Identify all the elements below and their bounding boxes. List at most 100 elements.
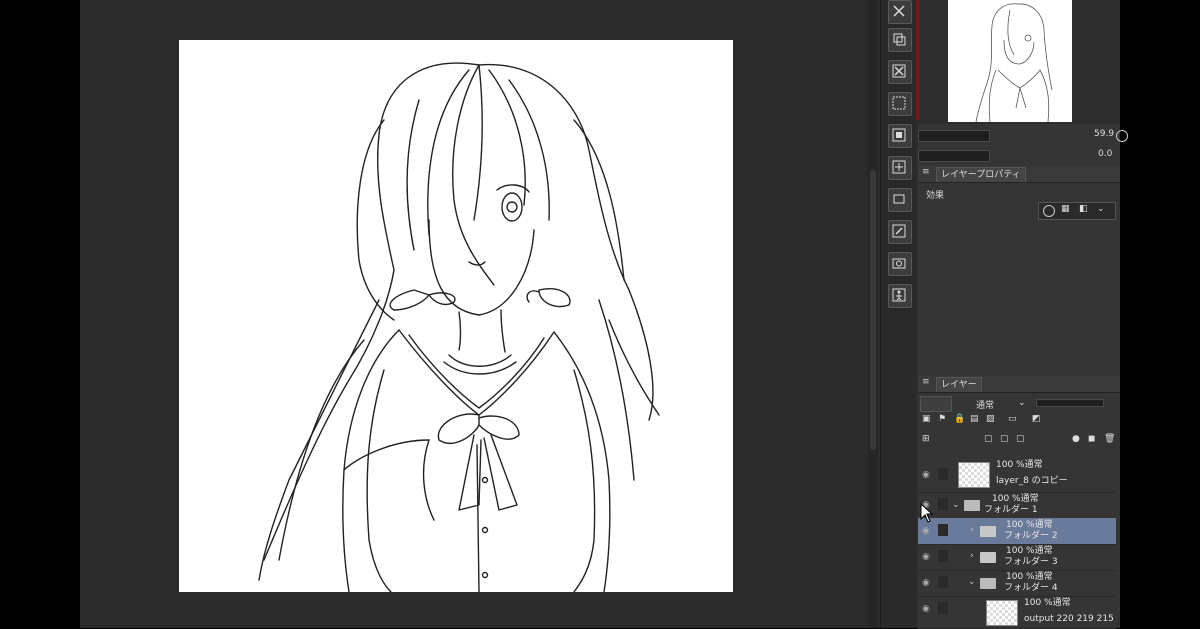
menu-icon[interactable]: ≡ bbox=[922, 167, 930, 177]
layer-thumbnail bbox=[986, 600, 1018, 626]
folder-icon bbox=[980, 552, 996, 563]
layer-thumbnail bbox=[958, 462, 990, 488]
layer-property-panel: ≡ レイヤープロパティ 効果 ▦ ◧ ⌄ bbox=[918, 166, 1120, 376]
layer-opacity: 100 %通常 bbox=[1006, 546, 1053, 556]
lock-cell[interactable] bbox=[938, 468, 948, 480]
tab-layer-label: レイヤー bbox=[941, 380, 977, 390]
layer-opacity: 100 %通常 bbox=[996, 460, 1043, 470]
copy-icon[interactable] bbox=[888, 28, 912, 52]
eye-icon[interactable]: ◉ bbox=[922, 578, 930, 588]
new-folder-icon[interactable]: ▢ bbox=[1016, 434, 1025, 444]
canvas-area[interactable] bbox=[80, 0, 870, 628]
layer-property-header: ≡ レイヤープロパティ bbox=[918, 166, 1120, 183]
lock-cell[interactable] bbox=[938, 550, 948, 562]
clip-icon[interactable]: ⚑ bbox=[938, 414, 946, 424]
blend-mode-select[interactable]: 通常 bbox=[976, 398, 994, 411]
layer-row[interactable]: ◉ 100 %通常 layer_8 のコピー bbox=[918, 458, 1116, 493]
effect-label: 効果 bbox=[926, 191, 945, 201]
lock-cell[interactable] bbox=[938, 602, 948, 614]
eye-icon[interactable]: ◉ bbox=[922, 470, 930, 480]
mouse-cursor-icon bbox=[920, 503, 934, 523]
layer-name: フォルダー 1 bbox=[984, 505, 1038, 515]
chevron-down-icon[interactable]: ⌄ bbox=[968, 577, 976, 587]
canvas-scrollbar[interactable] bbox=[868, 0, 878, 628]
layer-opacity: 100 %通常 bbox=[1006, 572, 1053, 582]
camera-icon[interactable] bbox=[888, 252, 912, 276]
lock-cell[interactable] bbox=[938, 576, 948, 588]
chevron-right-icon[interactable]: › bbox=[970, 525, 974, 535]
zoom-value: 59.9 bbox=[1094, 129, 1115, 139]
layer-row-selected[interactable]: ◉ › 100 %通常 フォルダー 2 bbox=[918, 518, 1116, 545]
fill-icon[interactable] bbox=[888, 124, 912, 148]
mask-icon[interactable]: ▨ bbox=[986, 414, 995, 424]
pen-icon[interactable] bbox=[938, 524, 948, 536]
chevron-down-icon[interactable]: ⌄ bbox=[952, 500, 960, 510]
layer-row[interactable]: ◉ 100 %通常 output 220 219 215 Hi... bbox=[918, 596, 1116, 629]
lineart-illustration bbox=[258, 62, 660, 592]
chevron-down-icon[interactable]: ⌄ bbox=[1097, 204, 1105, 214]
folder-icon bbox=[980, 526, 996, 537]
layer-opacity: 100 %通常 bbox=[992, 494, 1039, 504]
figure-icon[interactable] bbox=[888, 284, 912, 308]
trash-icon[interactable]: 🗑 bbox=[1104, 434, 1115, 444]
effect-buttons[interactable]: ▦ ◧ ⌄ bbox=[1038, 202, 1116, 220]
eye-icon[interactable]: ◉ bbox=[922, 526, 930, 536]
layer-toolbar-row-2: ⊞ ▢ ▢ ▢ ● ◼ 🗑 bbox=[922, 434, 1116, 450]
drawing-canvas[interactable] bbox=[179, 40, 733, 592]
chevron-down-icon[interactable]: ⌄ bbox=[1018, 398, 1026, 408]
navigator-controls: 59.9 0.0 bbox=[918, 124, 1128, 166]
folder-open-icon bbox=[964, 500, 980, 511]
edit-icon[interactable] bbox=[888, 220, 912, 244]
layer-panel: ≡ レイヤー 通常 ⌄ ▣ ⚑ 🔒 ▤ ▨ ▭ ◩ ⊞ ▢ ▢ ▢ ● ◼ 🗑 bbox=[918, 376, 1120, 629]
menu-icon[interactable]: ≡ bbox=[922, 377, 930, 387]
layer-row[interactable]: ◉ ⌄ 100 %通常 フォルダー 4 bbox=[918, 570, 1116, 597]
layer-palette-color-icon[interactable]: ◩ bbox=[1032, 414, 1041, 424]
layer-row[interactable]: ◉ › 100 %通常 フォルダー 3 bbox=[918, 544, 1116, 571]
eye-icon[interactable]: ◉ bbox=[922, 604, 930, 614]
clear-icon[interactable] bbox=[888, 60, 912, 84]
rotate-slider[interactable] bbox=[918, 150, 990, 162]
clip-studio-window: 59.9 0.0 ≡ レイヤープロパティ 効果 ▦ ◧ ⌄ ≡ レイヤー 通常 … bbox=[80, 0, 1128, 629]
eye-icon[interactable]: ◉ bbox=[922, 552, 930, 562]
tab-layer-property[interactable]: レイヤープロパティ bbox=[936, 167, 1026, 182]
layer-name: output 220 219 215 Hi... bbox=[1024, 614, 1116, 624]
panel-edge bbox=[916, 0, 920, 120]
grid-icon[interactable] bbox=[888, 92, 912, 116]
panel-options-icon[interactable]: ⊞ bbox=[922, 434, 930, 444]
tab-layer[interactable]: レイヤー bbox=[936, 377, 982, 392]
layer-opacity: 100 %通常 bbox=[1024, 598, 1071, 608]
border-effect-icon[interactable] bbox=[1043, 205, 1055, 217]
layer-icon[interactable] bbox=[888, 188, 912, 212]
layer-opacity: 100 %通常 bbox=[1006, 520, 1053, 530]
scrollbar-thumb[interactable] bbox=[870, 170, 876, 450]
zoom-out-icon[interactable] bbox=[1116, 130, 1128, 142]
layer-color-icon[interactable]: ◧ bbox=[1079, 204, 1088, 214]
layer-name: フォルダー 4 bbox=[1004, 583, 1058, 593]
close-icon[interactable] bbox=[888, 0, 912, 24]
new-layer-icon[interactable]: ▢ bbox=[984, 434, 993, 444]
navigator-preview[interactable] bbox=[948, 0, 1072, 122]
mask-add-icon[interactable]: ● bbox=[1072, 434, 1080, 444]
ruler-icon[interactable]: ▭ bbox=[1008, 414, 1017, 424]
new-vector-layer-icon[interactable]: ▢ bbox=[1000, 434, 1009, 444]
rotate-value: 0.0 bbox=[1098, 149, 1113, 159]
layer-name: layer_8 のコピー bbox=[996, 476, 1068, 486]
layer-name: フォルダー 2 bbox=[1004, 531, 1058, 541]
layer-color-button[interactable] bbox=[920, 396, 952, 412]
lock-transparent-icon[interactable]: ▤ bbox=[970, 414, 979, 424]
transform-icon[interactable] bbox=[888, 156, 912, 180]
navigator-thumbnail bbox=[975, 3, 1053, 122]
chevron-right-icon[interactable]: › bbox=[970, 551, 974, 561]
layer-row[interactable]: ◉ ⌄ 100 %通常 フォルダー 1 bbox=[918, 492, 1116, 519]
tab-layer-property-label: レイヤープロパティ bbox=[941, 170, 1021, 180]
mask-apply-icon[interactable]: ◼ bbox=[1088, 434, 1095, 444]
opacity-slider[interactable] bbox=[1036, 399, 1104, 407]
lock-icon[interactable]: 🔒 bbox=[954, 414, 965, 424]
tone-effect-icon[interactable]: ▦ bbox=[1061, 204, 1070, 214]
zoom-slider[interactable] bbox=[918, 130, 990, 142]
reference-layer-icon[interactable]: ▣ bbox=[922, 414, 931, 424]
command-bar bbox=[880, 0, 916, 628]
folder-open-icon bbox=[980, 578, 996, 589]
lock-cell[interactable] bbox=[938, 498, 948, 510]
layer-panel-header: ≡ レイヤー bbox=[918, 376, 1120, 393]
